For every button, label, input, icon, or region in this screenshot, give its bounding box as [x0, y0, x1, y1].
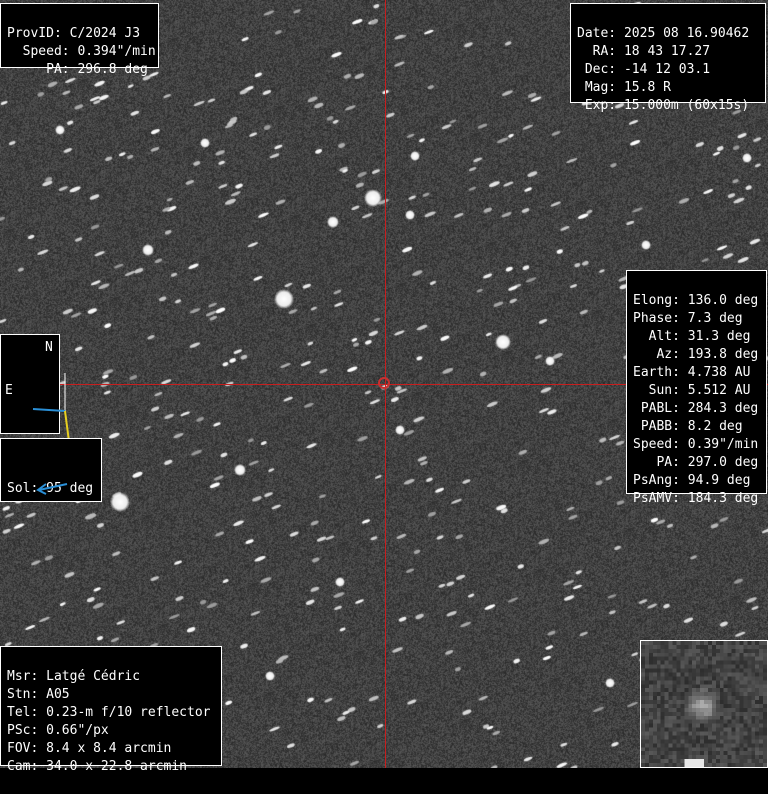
exp-label: Exp: 15.000m (60x15s): [577, 98, 750, 113]
provid-label: ProvID: C/2024 J3: [7, 26, 141, 41]
compass-rose-icon: [32, 373, 71, 450]
earth-distance-label: Earth: 4.738 AU: [633, 365, 751, 380]
sun-distance-label: Sun: 5.512 AU: [633, 383, 751, 398]
station-panel: Msr: Latgé Cédric Stn: A05 Tel: 0.23-m f/1…: [0, 646, 222, 774]
telescope-label: Tel: 0.23-m f/10 reflector: [7, 705, 211, 720]
elong-label: Elong: 136.0 deg: [633, 293, 759, 308]
camera-label: Cam: 34.0 x 22.8 arcmin: [7, 759, 188, 774]
mag-label: Mag: 15.8 R: [577, 80, 671, 95]
alt-label: Alt: 31.3 deg: [633, 329, 751, 344]
compass-north-label: N: [45, 340, 53, 355]
measurer-label: Msr: Latgé Cédric: [7, 669, 141, 684]
pabb-label: PABB: 8.2 deg: [633, 419, 743, 434]
psang-label: PsAng: 94.9 deg: [633, 473, 751, 488]
fov-label: FOV: 8.4 x 8.4 arcmin: [7, 741, 172, 756]
az-label: Az: 193.8 deg: [633, 347, 759, 362]
ra-label: RA: 18 43 17.27: [577, 44, 711, 59]
phase-label: Phase: 7.3 deg: [633, 311, 743, 326]
dec-label: Dec: -14 12 03.1: [577, 62, 711, 77]
sun-direction-panel: Sol: 95 deg: [0, 438, 102, 502]
observation-panel: Date: 2025 08 16.90462 RA: 18 43 17.27 D…: [570, 3, 766, 113]
target-marker: [378, 377, 390, 389]
pabl-label: PABL: 284.3 deg: [633, 401, 759, 416]
compass-east-label: E: [5, 383, 13, 398]
geometry-panel: Elong: 136.0 deg Phase: 7.3 deg Alt: 31.3…: [626, 270, 767, 506]
object-pa-label: PA: 296.8 deg: [7, 62, 148, 77]
geometry-speed-label: Speed: 0.39"/min: [633, 437, 759, 452]
sun-direction-arrow-icon: [36, 483, 68, 495]
station-code-label: Stn: A05: [7, 687, 70, 702]
date-label: Date: 2025 08 16.90462: [577, 26, 750, 41]
object-speed-label: Speed: 0.394"/min: [7, 44, 156, 59]
comet-zoom-thumbnail: [640, 640, 768, 768]
compass-panel: N E: [0, 334, 71, 450]
comet-zoom-image: [641, 641, 767, 767]
object-info-panel: ProvID: C/2024 J3 Speed: 0.394"/min PA: …: [0, 3, 159, 77]
geometry-pa-label: PA: 297.0 deg: [633, 455, 759, 470]
pixel-scale-label: PSc: 0.66"/px: [7, 723, 109, 738]
psamv-label: PsAMV: 184.3 deg: [633, 491, 759, 506]
